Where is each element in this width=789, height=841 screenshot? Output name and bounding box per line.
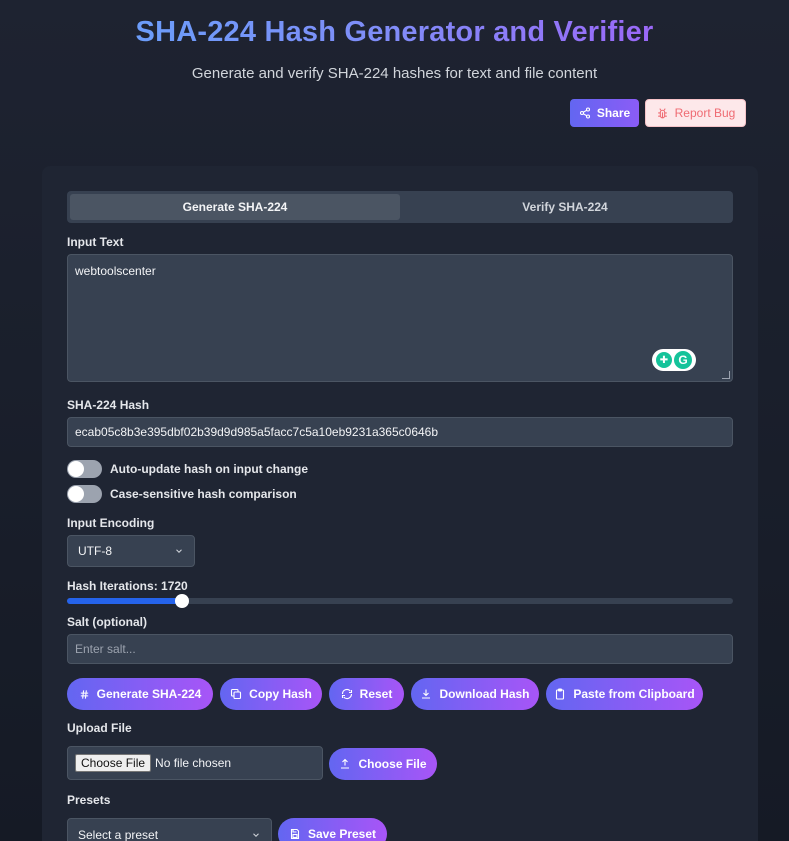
salt-input[interactable]: Enter salt... [67,634,733,664]
hash-output-field[interactable]: ecab05c8b3e395dbf02b39d9d985a5facc7c5a10… [67,417,733,447]
file-input[interactable]: Choose File No file chosen [67,746,323,780]
grammarly-widget[interactable]: ✚ G [652,349,696,371]
download-icon [420,688,432,700]
mode-tabs: Generate SHA-224 Verify SHA-224 [67,191,733,223]
resize-handle[interactable] [722,371,730,379]
iterations-label: Hash Iterations: 1720 [67,579,188,593]
save-icon [289,828,301,840]
page-title: SHA-224 Hash Generator and Verifier [0,16,789,49]
input-text-label: Input Text [67,235,124,249]
copy-icon [230,688,242,700]
case-sensitive-toggle[interactable] [67,485,102,503]
encoding-value: UTF-8 [78,544,112,558]
grammarly-icon: G [674,351,692,369]
upload-icon [339,758,351,770]
encoding-select[interactable]: UTF-8 [67,535,195,567]
case-sensitive-label: Case-sensitive hash comparison [110,487,297,501]
choose-file-label: Choose File [358,757,427,771]
chevron-down-icon [251,830,261,840]
salt-placeholder: Enter salt... [75,642,136,656]
copy-hash-button[interactable]: Copy Hash [220,678,322,710]
paste-clipboard-button[interactable]: Paste from Clipboard [546,678,703,710]
encoding-label: Input Encoding [67,516,155,530]
lightbulb-icon: ✚ [656,352,672,368]
page-subtitle: Generate and verify SHA-224 hashes for t… [191,65,598,82]
preset-value: Select a preset [78,828,159,841]
save-preset-label: Save Preset [307,827,377,841]
report-bug-label: Report Bug [674,106,736,120]
share-label: Share [596,106,631,120]
hash-output-label: SHA-224 Hash [67,398,150,412]
paste-clipboard-label: Paste from Clipboard [573,687,695,701]
native-choose-file-button[interactable]: Choose File [75,754,152,772]
input-text-area[interactable]: webtoolscenter ✚ G [67,254,733,382]
share-button[interactable]: Share [570,99,639,127]
refresh-icon [341,688,353,700]
tab-verify[interactable]: Verify SHA-224 [400,194,730,220]
presets-label: Presets [67,793,111,807]
hash-output-value: ecab05c8b3e395dbf02b39d9d985a5facc7c5a10… [75,425,439,439]
bug-icon [656,107,669,120]
reset-button[interactable]: Reset [329,678,404,710]
case-sensitive-row: Case-sensitive hash comparison [67,485,297,503]
auto-update-label: Auto-update hash on input change [110,462,308,476]
input-text-value: webtoolscenter [75,264,156,278]
download-hash-button[interactable]: Download Hash [411,678,539,710]
report-bug-button[interactable]: Report Bug [645,99,746,127]
chevron-down-icon [174,546,184,556]
auto-update-row: Auto-update hash on input change [67,460,308,478]
file-status: No file chosen [155,756,232,770]
generate-button[interactable]: Generate SHA-224 [67,678,213,710]
choose-file-button[interactable]: Choose File [329,748,437,780]
iterations-slider[interactable] [67,594,733,608]
preset-select[interactable]: Select a preset [67,818,272,841]
reset-label: Reset [359,687,393,701]
share-icon [579,107,591,119]
clipboard-icon [554,688,566,700]
iterations-slider-fill [67,598,182,604]
iterations-slider-thumb[interactable] [174,594,189,608]
generate-label: Generate SHA-224 [96,687,202,701]
save-preset-button[interactable]: Save Preset [278,818,387,841]
tab-generate[interactable]: Generate SHA-224 [70,194,400,220]
salt-label: Salt (optional) [67,615,147,629]
auto-update-toggle[interactable] [67,460,102,478]
upload-file-label: Upload File [67,721,132,735]
copy-hash-label: Copy Hash [249,687,312,701]
download-hash-label: Download Hash [439,687,530,701]
hash-icon [79,689,90,700]
